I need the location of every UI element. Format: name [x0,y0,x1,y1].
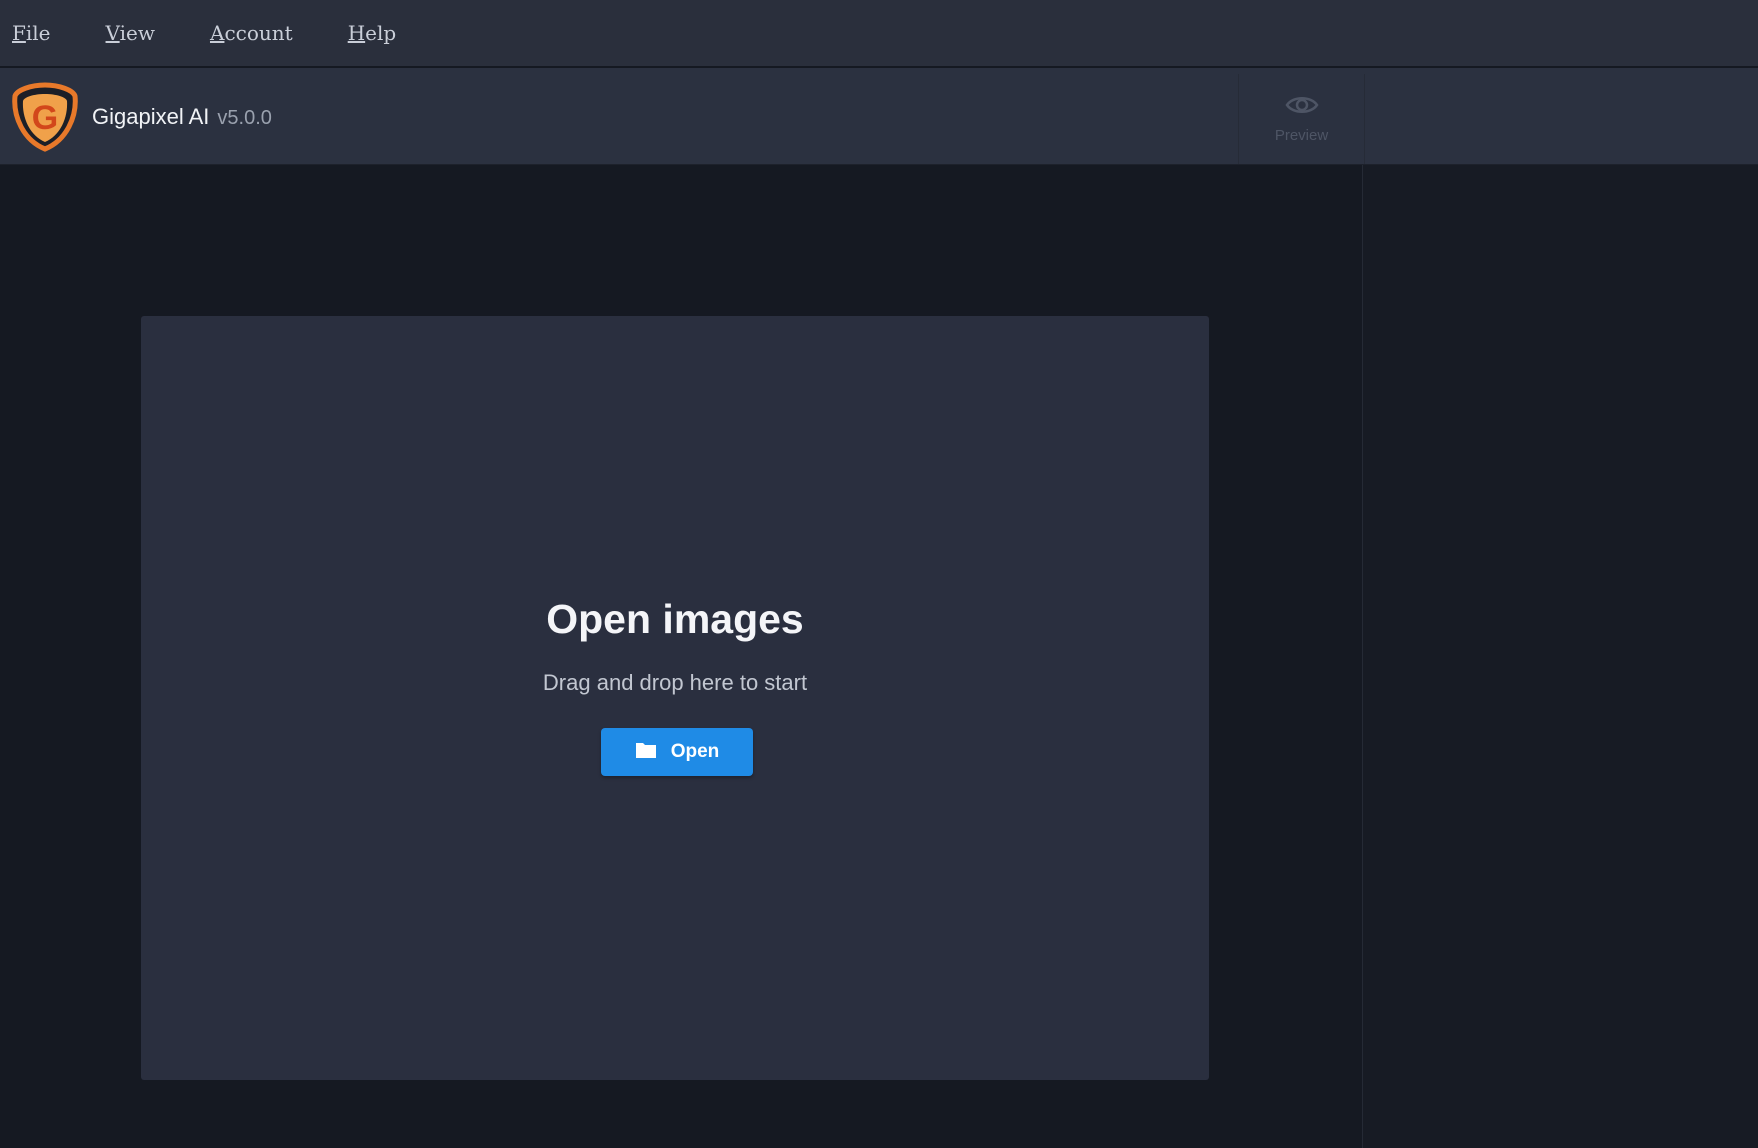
drop-zone[interactable]: Open images Drag and drop here to start … [141,316,1209,1080]
menu-file[interactable]: File [0,21,63,45]
menu-account[interactable]: Account [198,21,305,45]
open-button[interactable]: Open [601,728,753,776]
menu-view[interactable]: View [94,21,167,45]
menu-file-label: ile [25,21,51,45]
eye-icon [1284,94,1319,121]
app-header: G Gigapixel AI v5.0.0 [0,68,1758,165]
app-name: Gigapixel AI [92,104,210,129]
app-version: v5.0.0 [217,107,272,129]
drop-title: Open images [546,596,804,642]
app-window: File View Account Help G Gigapixel AI v5… [0,0,1758,1148]
folder-icon [635,741,657,764]
menu-help[interactable]: Help [336,21,409,45]
open-button-label: Open [670,741,720,762]
menu-account-mnemonic: A [209,21,225,45]
preview-button[interactable]: Preview [1238,74,1365,164]
menu-file-mnemonic: F [12,21,26,45]
menu-view-mnemonic: V [105,21,120,45]
logo-letter: G [32,99,58,137]
right-panel [1362,165,1758,1148]
menu-account-label: ccount [224,21,293,45]
preview-label: Preview [1274,127,1329,144]
menu-help-mnemonic: H [347,21,366,45]
menu-bar: File View Account Help [0,0,1758,66]
topaz-logo-icon: G [11,82,79,152]
app-title: Gigapixel AI v5.0.0 [92,104,272,130]
menu-help-label: elp [365,21,397,45]
menu-view-label: iew [119,21,155,45]
drop-subtitle: Drag and drop here to start [542,670,808,695]
